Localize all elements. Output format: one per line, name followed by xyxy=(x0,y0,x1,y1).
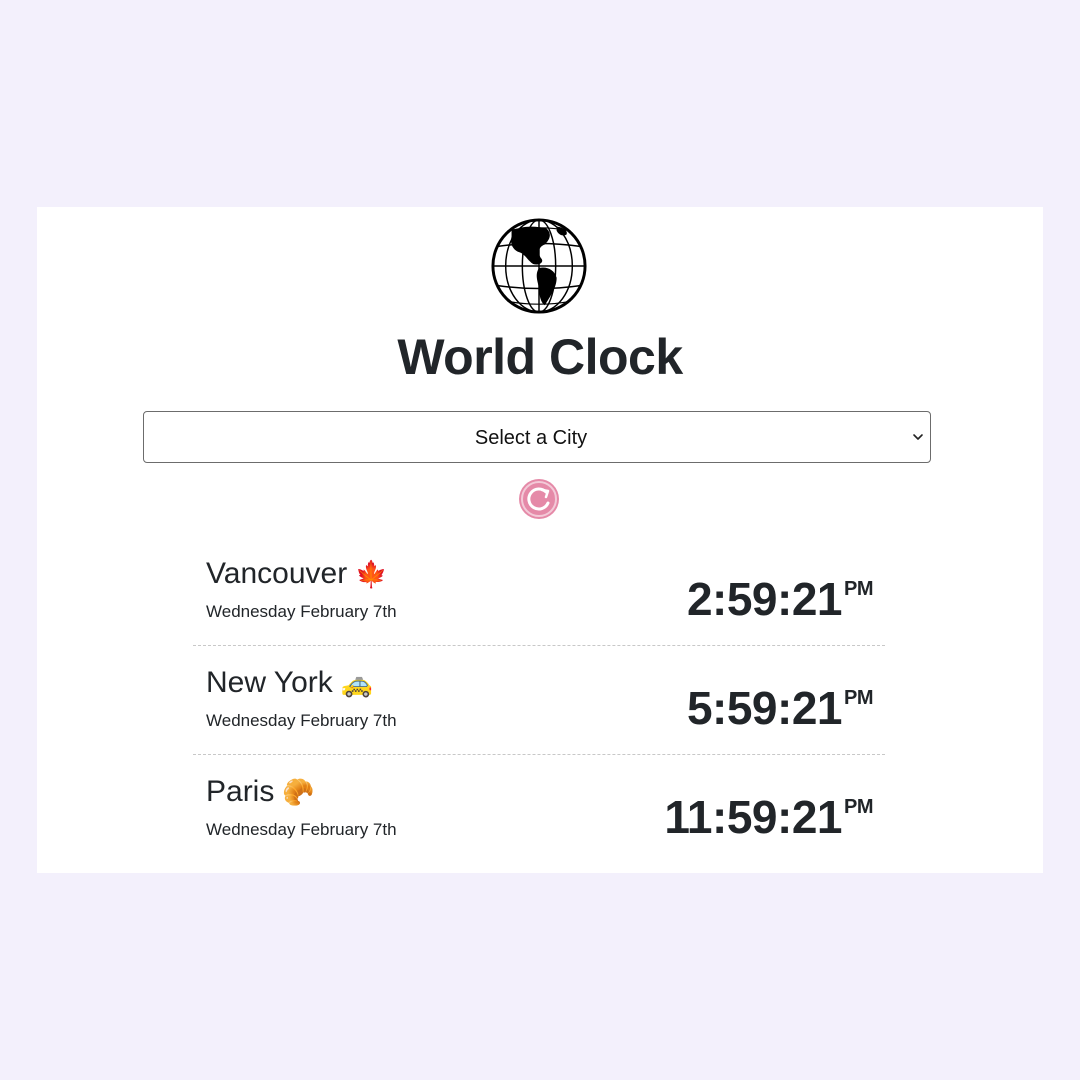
ampm-label: PM xyxy=(844,578,874,600)
world-clock-card: World Clock Select a City Vancouver 🍁 Wed… xyxy=(37,207,1043,873)
maple-leaf-icon: 🍁 xyxy=(355,560,388,590)
city-name: Paris 🥐 xyxy=(206,773,315,812)
page-title: World Clock xyxy=(397,329,683,385)
city-time: 5:59:21 PM xyxy=(686,670,874,736)
city-name: New York 🚕 xyxy=(206,664,373,703)
taxi-icon: 🚕 xyxy=(340,669,374,699)
reset-button[interactable] xyxy=(519,479,559,519)
city-time-value: 5:59:21 xyxy=(686,682,843,734)
city-time-value: 11:59:21 xyxy=(664,791,842,843)
city-date: Wednesday February 7th xyxy=(206,820,397,839)
city-list: Vancouver 🍁 Wednesday February 7th 2:59:2… xyxy=(193,537,885,863)
city-row-vancouver: Vancouver 🍁 Wednesday February 7th 2:59:2… xyxy=(193,537,885,646)
city-name: Vancouver 🍁 xyxy=(206,555,388,594)
city-time: 2:59:21 PM xyxy=(686,561,874,627)
city-row-paris: Paris 🥐 Wednesday February 7th 11:59:21 PM xyxy=(193,755,885,863)
city-row-new-york: New York 🚕 Wednesday February 7th 5:59:21… xyxy=(193,646,885,755)
globe-icon xyxy=(491,218,587,314)
refresh-icon xyxy=(521,481,557,517)
city-time: 11:59:21 PM xyxy=(664,779,873,845)
ampm-label: PM xyxy=(844,796,874,818)
city-select[interactable]: Select a City xyxy=(143,411,931,463)
chevron-down-icon xyxy=(913,434,923,440)
croissant-icon: 🥐 xyxy=(282,778,315,808)
ampm-label: PM xyxy=(844,687,874,709)
city-name-label: New York xyxy=(206,666,333,699)
city-date: Wednesday February 7th xyxy=(206,711,397,730)
city-name-label: Vancouver xyxy=(206,557,348,590)
city-name-label: Paris xyxy=(206,775,275,808)
city-date: Wednesday February 7th xyxy=(206,602,397,621)
city-select-value: Select a City xyxy=(474,427,588,449)
city-time-value: 2:59:21 xyxy=(686,573,843,625)
